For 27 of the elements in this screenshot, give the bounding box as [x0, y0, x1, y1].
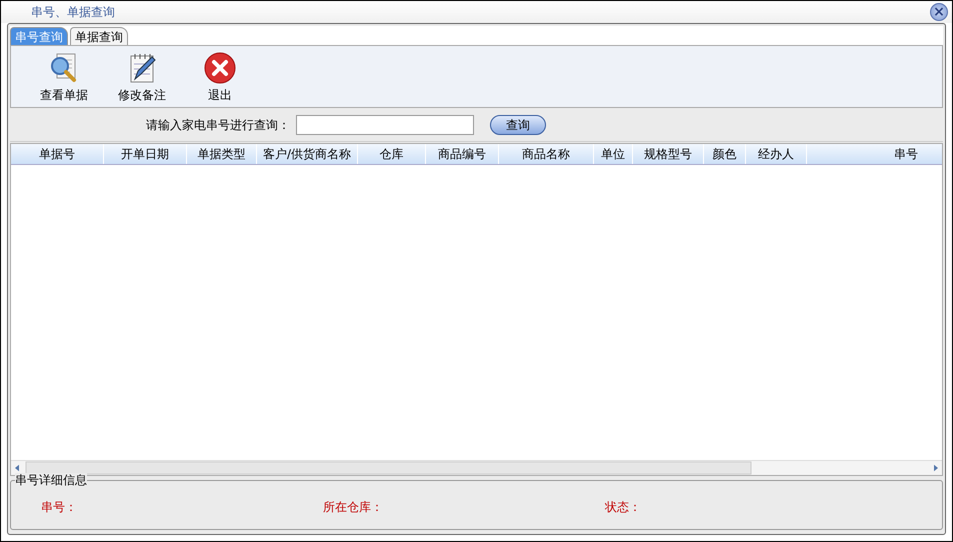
toolbar-button[interactable]: 查看单据 — [25, 52, 103, 107]
search-label: 请输入家电串号进行查询： — [146, 116, 290, 134]
toolbar-button[interactable]: 退出 — [181, 52, 259, 107]
column-header[interactable]: 规格型号 — [633, 144, 704, 164]
close-circle-icon — [204, 52, 236, 84]
column-header[interactable]: 仓库 — [358, 144, 426, 164]
column-header[interactable]: 单据号 — [11, 144, 104, 164]
details-title: 串号详细信息 — [15, 473, 87, 487]
column-header[interactable]: 颜色 — [704, 144, 746, 164]
window-title: 串号、单据查询 — [31, 4, 115, 21]
toolbar-button[interactable]: 修改备注 — [103, 52, 181, 107]
close-button[interactable]: × — [930, 3, 948, 21]
tab[interactable]: 单据查询 — [70, 27, 128, 45]
column-header[interactable]: 经办人 — [746, 144, 807, 164]
horizontal-scrollbar[interactable] — [11, 460, 942, 475]
column-header[interactable]: 串号 — [807, 144, 942, 164]
field-label: 所在仓库： — [322, 499, 384, 516]
serial-field[interactable] — [296, 114, 474, 134]
column-header[interactable]: 单据类型 — [187, 144, 257, 164]
column-header[interactable]: 客户/供货商名称 — [257, 144, 358, 164]
column-header[interactable]: 单位 — [594, 144, 633, 164]
field-label: 状态： — [604, 499, 642, 516]
field-label: 串号： — [40, 499, 78, 516]
column-header[interactable]: 商品名称 — [499, 144, 594, 164]
column-header[interactable]: 开单日期 — [104, 144, 187, 164]
column-header[interactable]: 商品编号 — [426, 144, 499, 164]
search-button[interactable]: 查询 — [490, 114, 546, 134]
